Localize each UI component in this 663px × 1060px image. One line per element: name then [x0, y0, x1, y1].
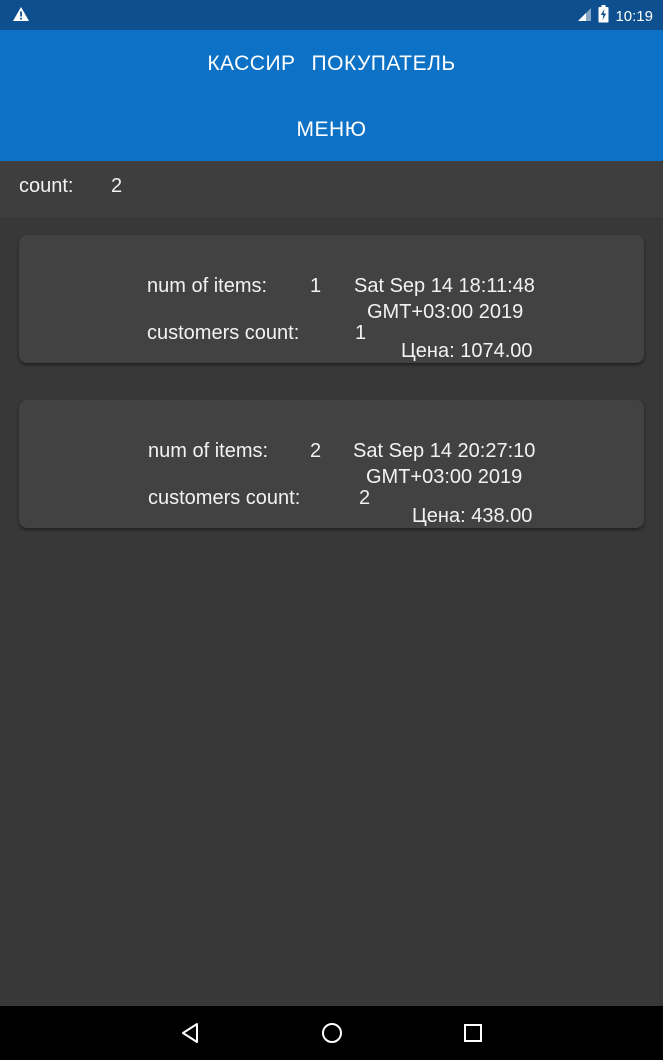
- recents-square-icon[interactable]: [460, 1020, 486, 1046]
- tab-customer[interactable]: ПОКУПАТЕЛЬ: [304, 48, 464, 80]
- order-price: Цена: 1074.00: [401, 340, 533, 362]
- customers-value: 2: [359, 487, 371, 509]
- order-datetime-line2: GMT+03:00 2019: [367, 301, 524, 323]
- menu-row: МЕНЮ: [0, 114, 663, 146]
- order-price: Цена: 438.00: [412, 505, 533, 527]
- tab-cashier[interactable]: КАССИР: [199, 48, 303, 80]
- items-value: 2: [310, 440, 322, 462]
- count-label: count:: [19, 175, 74, 197]
- customers-label: customers count:: [147, 322, 300, 344]
- order-card[interactable]: num of items: 1 Sat Sep 14 18:11:48 GMT+…: [19, 235, 644, 363]
- status-time: 10:19: [615, 7, 653, 25]
- app-bar: КАССИР ПОКУПАТЕЛЬ МЕНЮ: [0, 30, 663, 161]
- order-datetime-line1: Sat Sep 14 18:11:48: [354, 275, 535, 297]
- order-datetime-line1: Sat Sep 14 20:27:10: [353, 440, 536, 462]
- warning-triangle-icon: [12, 6, 30, 26]
- menu-button[interactable]: МЕНЮ: [285, 114, 379, 146]
- customers-value: 1: [355, 322, 367, 344]
- order-datetime-line2: GMT+03:00 2019: [366, 466, 523, 488]
- items-value: 1: [310, 275, 322, 297]
- back-triangle-icon[interactable]: [178, 1020, 204, 1046]
- count-summary: count: 2: [0, 161, 663, 217]
- role-tabs: КАССИР ПОКУПАТЕЛЬ: [0, 48, 663, 80]
- order-card[interactable]: num of items: 2 Sat Sep 14 20:27:10 GMT+…: [19, 400, 644, 528]
- navigation-bar: [0, 1006, 663, 1060]
- items-label: num of items:: [147, 275, 268, 297]
- status-bar: 10:19: [0, 0, 663, 30]
- items-label: num of items:: [148, 440, 269, 462]
- customers-label: customers count:: [148, 487, 301, 509]
- battery-charging-icon: [598, 5, 609, 27]
- signal-icon: [576, 6, 592, 26]
- count-value: 2: [111, 175, 123, 197]
- home-circle-icon[interactable]: [319, 1020, 345, 1046]
